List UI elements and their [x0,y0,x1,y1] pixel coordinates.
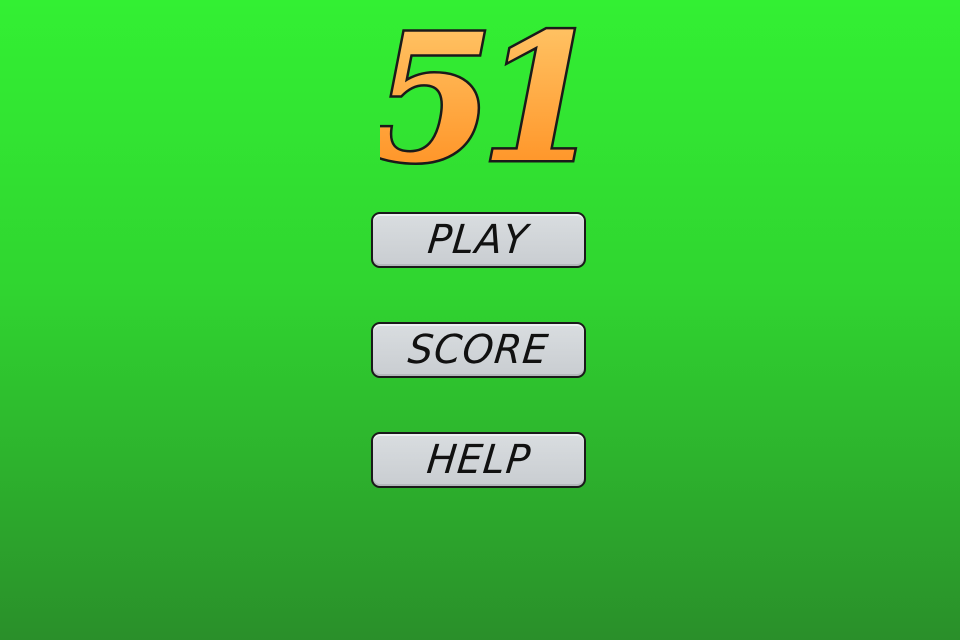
play-button[interactable]: PLAY [371,212,586,268]
game-title: 51 [380,0,580,180]
title-logo-graphic: 51 [380,0,580,180]
score-button[interactable]: SCORE [371,322,586,378]
play-button-label: PLAY [425,217,531,263]
game-title-logo: 51 [380,0,580,180]
help-button-label: HELP [424,437,533,483]
help-button[interactable]: HELP [371,432,586,488]
score-button-label: SCORE [406,327,551,373]
